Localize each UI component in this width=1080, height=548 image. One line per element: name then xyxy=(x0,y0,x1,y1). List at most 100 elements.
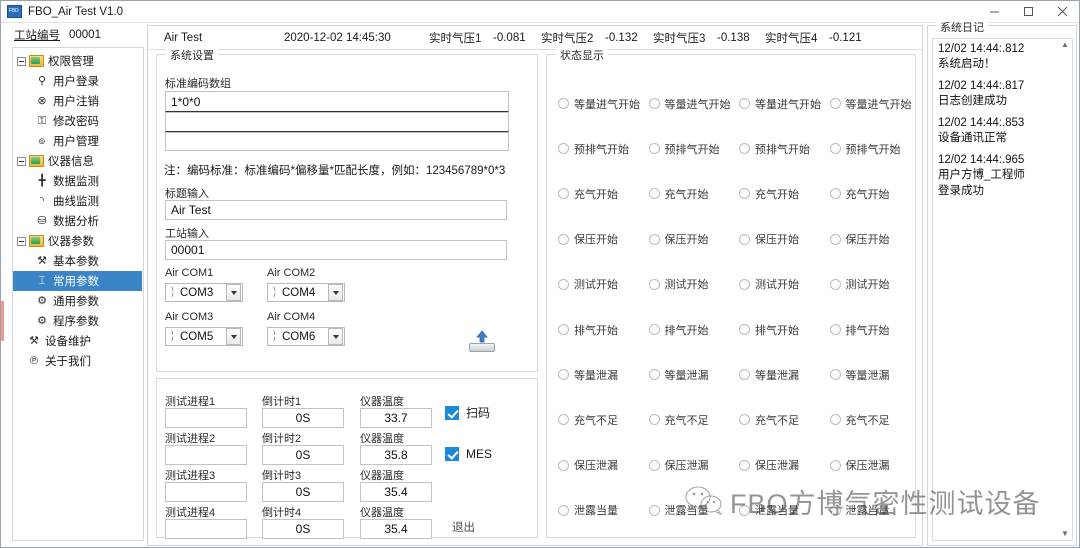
status-radio-r2-c3[interactable]: 预排气开始 xyxy=(732,126,823,171)
status-radio-r4-c4[interactable]: 保压开始 xyxy=(823,217,914,262)
code-array-input-3[interactable] xyxy=(165,132,509,151)
status-radio-r6-c2[interactable]: 排气开始 xyxy=(642,307,733,352)
radio-icon[interactable] xyxy=(558,143,569,154)
status-radio-r8-c2[interactable]: 充气不足 xyxy=(642,397,733,442)
sidebar-item-6[interactable]: ╋数据监测 xyxy=(13,171,143,191)
radio-icon[interactable] xyxy=(649,324,660,335)
status-radio-r8-c1[interactable]: 充气不足 xyxy=(551,397,642,442)
radio-icon[interactable] xyxy=(830,369,841,380)
status-radio-r3-c3[interactable]: 充气开始 xyxy=(732,171,823,216)
radio-icon[interactable] xyxy=(558,324,569,335)
countdown-value-1[interactable]: 0S xyxy=(262,408,344,428)
status-radio-r9-c1[interactable]: 保压泄漏 xyxy=(551,443,642,488)
radio-icon[interactable] xyxy=(830,98,841,109)
radio-icon[interactable] xyxy=(830,188,841,199)
mes-checkbox[interactable] xyxy=(445,447,459,461)
radio-icon[interactable] xyxy=(830,505,841,516)
scan-checkbox[interactable] xyxy=(445,406,459,420)
status-radio-r5-c3[interactable]: 测试开始 xyxy=(732,262,823,307)
radio-icon[interactable] xyxy=(739,324,750,335)
status-radio-r5-c1[interactable]: 测试开始 xyxy=(551,262,642,307)
chevron-down-icon[interactable] xyxy=(226,328,241,345)
com3-select[interactable]: \/ COM5 xyxy=(165,327,243,346)
status-radio-r1-c3[interactable]: 等量进气开始 xyxy=(732,81,823,126)
sidebar-item-0[interactable]: 权限管理 xyxy=(13,51,143,71)
status-radio-r10-c2[interactable]: 泄露当量 xyxy=(642,488,733,533)
radio-icon[interactable] xyxy=(649,460,660,471)
status-radio-r8-c4[interactable]: 充气不足 xyxy=(823,397,914,442)
status-radio-r3-c2[interactable]: 充气开始 xyxy=(642,171,733,216)
tree-expander-icon[interactable] xyxy=(17,157,26,166)
scroll-down-icon[interactable]: ▼ xyxy=(1061,528,1069,540)
radio-icon[interactable] xyxy=(830,143,841,154)
status-radio-r10-c1[interactable]: 泄露当量 xyxy=(551,488,642,533)
sidebar-item-13[interactable]: ⚙程序参数 xyxy=(13,311,143,331)
status-radio-r6-c3[interactable]: 排气开始 xyxy=(732,307,823,352)
sidebar-item-11[interactable]: ⌶常用参数 xyxy=(13,271,142,291)
sidebar-item-12[interactable]: ⚙通用参数 xyxy=(13,291,143,311)
status-radio-r7-c2[interactable]: 等量泄漏 xyxy=(642,352,733,397)
process-value-1[interactable] xyxy=(165,408,247,428)
status-radio-r1-c1[interactable]: 等量进气开始 xyxy=(551,81,642,126)
tree-expander-icon[interactable] xyxy=(17,57,26,66)
temperature-value-2[interactable]: 35.8 xyxy=(360,445,432,465)
status-radio-r9-c2[interactable]: 保压泄漏 xyxy=(642,443,733,488)
radio-icon[interactable] xyxy=(558,188,569,199)
chevron-down-icon[interactable] xyxy=(328,284,343,301)
radio-icon[interactable] xyxy=(649,143,660,154)
process-value-3[interactable] xyxy=(165,482,247,502)
sidebar-item-5[interactable]: 仪器信息 xyxy=(13,151,143,171)
radio-icon[interactable] xyxy=(739,505,750,516)
radio-icon[interactable] xyxy=(558,369,569,380)
sidebar-item-3[interactable]: ⚿修改密码 xyxy=(13,111,143,131)
navigation-tree[interactable]: 权限管理⚲用户登录⊗用户注销⚿修改密码๏用户管理仪器信息╋数据监测◝曲线监测⛁数… xyxy=(12,47,144,541)
status-radio-r6-c1[interactable]: 排气开始 xyxy=(551,307,642,352)
sidebar-item-8[interactable]: ⛁数据分析 xyxy=(13,211,143,231)
status-radio-r10-c4[interactable]: 泄露当量 xyxy=(823,488,914,533)
radio-icon[interactable] xyxy=(830,324,841,335)
chevron-down-icon[interactable] xyxy=(226,284,241,301)
radio-icon[interactable] xyxy=(649,98,660,109)
radio-icon[interactable] xyxy=(739,98,750,109)
status-radio-r3-c1[interactable]: 充气开始 xyxy=(551,171,642,216)
radio-icon[interactable] xyxy=(739,414,750,425)
chevron-down-icon[interactable] xyxy=(328,328,343,345)
countdown-value-4[interactable]: 0S xyxy=(262,519,344,539)
status-radio-r2-c4[interactable]: 预排气开始 xyxy=(823,126,914,171)
upload-save-icon[interactable] xyxy=(469,330,495,352)
sidebar-item-2[interactable]: ⊗用户注销 xyxy=(13,91,143,111)
status-radio-r7-c1[interactable]: 等量泄漏 xyxy=(551,352,642,397)
log-scrollbar[interactable]: ▲ ▼ xyxy=(1058,38,1073,541)
radio-icon[interactable] xyxy=(739,143,750,154)
sidebar-item-14[interactable]: ⚒设备维护 xyxy=(13,331,143,351)
radio-icon[interactable] xyxy=(558,460,569,471)
sidebar-item-10[interactable]: ⚒基本参数 xyxy=(13,251,143,271)
status-radio-r4-c1[interactable]: 保压开始 xyxy=(551,217,642,262)
status-radio-r2-c1[interactable]: 预排气开始 xyxy=(551,126,642,171)
countdown-value-2[interactable]: 0S xyxy=(262,445,344,465)
status-radio-r9-c4[interactable]: 保压泄漏 xyxy=(823,443,914,488)
radio-icon[interactable] xyxy=(830,460,841,471)
status-radio-r1-c4[interactable]: 等量进气开始 xyxy=(823,81,914,126)
maximize-icon[interactable] xyxy=(1011,1,1045,23)
status-radio-r2-c2[interactable]: 预排气开始 xyxy=(642,126,733,171)
code-array-input-1[interactable]: 1*0*0 xyxy=(165,91,509,112)
close-icon[interactable] xyxy=(1045,1,1079,23)
status-radio-r3-c4[interactable]: 充气开始 xyxy=(823,171,914,216)
com4-select[interactable]: \/ COM6 xyxy=(267,327,345,346)
station-input[interactable]: 00001 xyxy=(165,240,507,260)
status-radio-r1-c2[interactable]: 等量进气开始 xyxy=(642,81,733,126)
sidebar-item-15[interactable]: ℗关于我们 xyxy=(13,351,143,371)
radio-icon[interactable] xyxy=(739,188,750,199)
temperature-value-3[interactable]: 35.4 xyxy=(360,482,432,502)
sidebar-item-4[interactable]: ๏用户管理 xyxy=(13,131,143,151)
radio-icon[interactable] xyxy=(830,279,841,290)
status-radio-r5-c4[interactable]: 测试开始 xyxy=(823,262,914,307)
radio-icon[interactable] xyxy=(558,414,569,425)
radio-icon[interactable] xyxy=(649,234,660,245)
tree-expander-icon[interactable] xyxy=(17,237,26,246)
radio-icon[interactable] xyxy=(830,414,841,425)
exit-button[interactable]: 退出 xyxy=(452,519,475,535)
status-radio-r8-c3[interactable]: 充气不足 xyxy=(732,397,823,442)
status-radio-r4-c2[interactable]: 保压开始 xyxy=(642,217,733,262)
